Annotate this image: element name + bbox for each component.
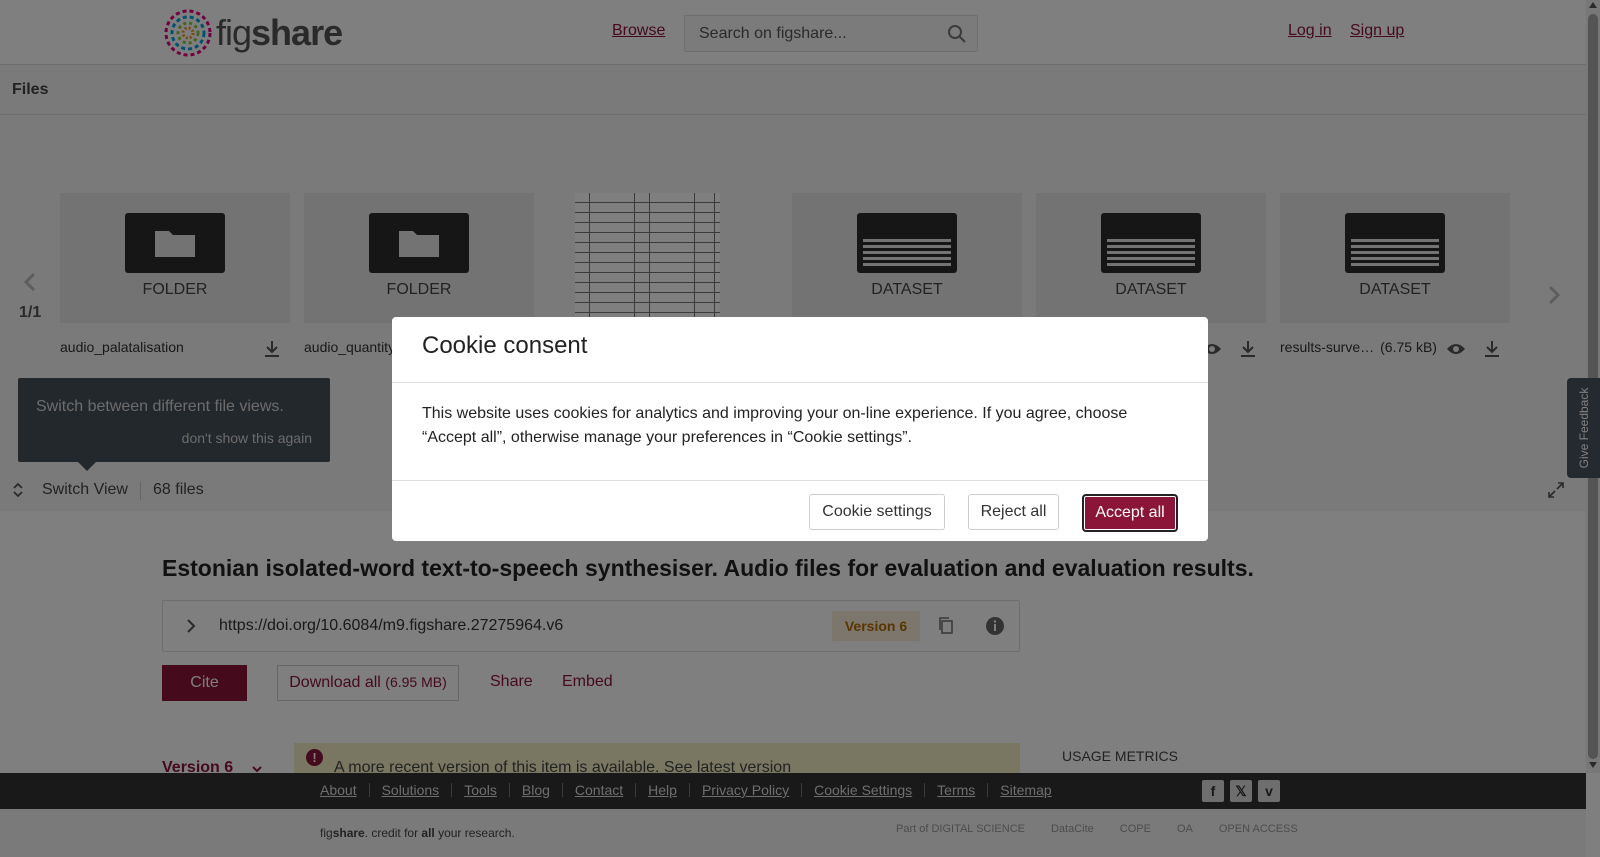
- cookie-settings-button[interactable]: Cookie settings: [809, 494, 945, 530]
- reject-all-button[interactable]: Reject all: [968, 494, 1059, 530]
- cookie-consent-text: This website uses cookies for analytics …: [422, 405, 1128, 446]
- cookie-consent-title: Cookie consent: [422, 332, 588, 359]
- divider: [392, 480, 1208, 481]
- accept-all-button[interactable]: Accept all: [1082, 494, 1178, 532]
- cookie-consent-dialog: Cookie consent This website uses cookies…: [392, 317, 1208, 541]
- divider: [392, 382, 1208, 383]
